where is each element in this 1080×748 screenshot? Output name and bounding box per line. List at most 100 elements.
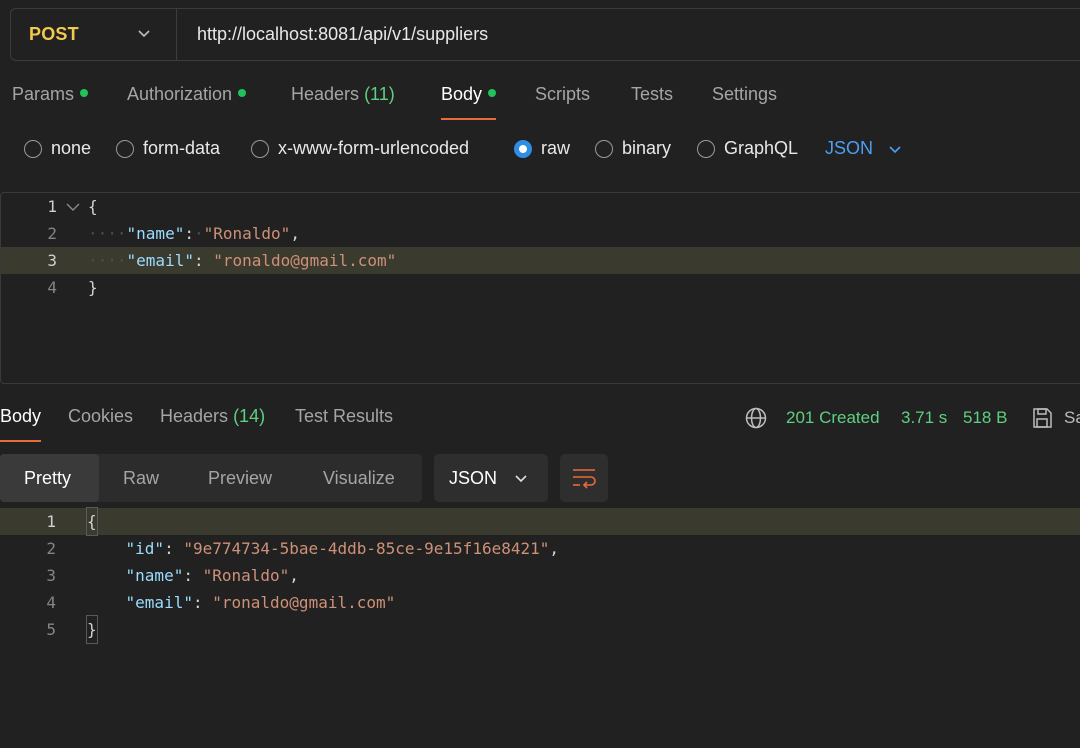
wrap-lines-button[interactable] — [560, 454, 608, 502]
response-body-viewer[interactable]: 1 { 2 "id": "9e774734-5bae-4ddb-85ce-9e1… — [0, 507, 1080, 748]
radio-label: x-www-form-urlencoded — [278, 138, 470, 158]
tab-label: Body — [0, 406, 42, 426]
save-icon[interactable] — [1030, 406, 1054, 430]
fold-chevron-icon[interactable] — [65, 202, 81, 214]
tab-response-headers[interactable]: Headers (14) — [160, 406, 265, 442]
language-label: JSON — [825, 138, 874, 158]
headers-count: (11) — [364, 84, 395, 104]
tab-label: Tests — [631, 84, 674, 104]
radio-label: GraphQL — [724, 138, 799, 158]
chevron-down-icon — [515, 475, 527, 483]
json-value: "ronaldo@gmail.com" — [212, 593, 396, 612]
tab-response-body[interactable]: Body — [0, 406, 42, 442]
format-pretty[interactable]: Pretty — [0, 454, 99, 502]
code-line: 5 } — [0, 615, 1080, 644]
status-dot — [488, 89, 497, 97]
json-key: "email" — [126, 251, 194, 270]
code-text: "email": "ronaldo@gmail.com" — [125, 593, 396, 612]
code-line-current: 1 { — [0, 507, 1080, 536]
status-dot — [238, 89, 247, 97]
headers-count: (14) — [233, 406, 266, 426]
tab-body[interactable]: Body — [441, 84, 497, 120]
json-key: "name" — [126, 224, 185, 243]
tab-cookies[interactable]: Cookies — [68, 406, 133, 442]
line-number: 1 — [46, 512, 56, 531]
code-text: ····"name":·"Ronaldo", — [88, 224, 300, 243]
code-text: ····"email": "ronaldo@gmail.com" — [88, 251, 397, 270]
json-value: "Ronaldo" — [202, 566, 290, 585]
radio-label: none — [51, 138, 92, 158]
request-body-editor[interactable]: 1 { 2 ····"name":·"Ronaldo", 3 ····"emai… — [0, 192, 1080, 384]
tab-label: Body — [441, 84, 483, 104]
save-response-button[interactable]: Sa — [1064, 408, 1080, 428]
line-number: 3 — [47, 251, 57, 270]
method-select[interactable]: POST — [11, 9, 177, 60]
tab-label: Authorization — [127, 84, 233, 104]
close-brace: } — [88, 278, 98, 297]
code-line: 4 } — [1, 274, 1080, 301]
line-number: 5 — [46, 620, 56, 639]
tab-label: Params — [12, 84, 75, 104]
radio-label: form-data — [143, 138, 221, 158]
radio-label: binary — [622, 138, 672, 158]
json-key: "email" — [125, 593, 193, 612]
radio-raw[interactable]: raw — [514, 138, 570, 159]
format-visualize[interactable]: Visualize — [323, 454, 395, 502]
language-label: JSON — [449, 468, 498, 488]
status-dot — [80, 89, 89, 97]
tab-label: Scripts — [535, 84, 591, 104]
response-time[interactable]: 3.71 s — [901, 408, 947, 428]
globe-icon[interactable] — [744, 406, 768, 430]
radio-graphql[interactable]: GraphQL — [697, 138, 798, 159]
wrap-lines-icon — [573, 469, 596, 489]
method-label: POST — [29, 24, 79, 44]
chevron-down-icon — [889, 145, 901, 153]
line-number: 3 — [46, 566, 56, 585]
tab-settings[interactable]: Settings — [712, 84, 777, 120]
code-text: "name": "Ronaldo", — [125, 566, 299, 585]
tab-authorization[interactable]: Authorization — [127, 84, 247, 120]
radio-x-www-form-urlencoded[interactable]: x-www-form-urlencoded — [251, 138, 469, 159]
tab-params[interactable]: Params — [12, 84, 89, 120]
json-value: "9e774734-5bae-4ddb-85ce-9e15f16e8421" — [183, 539, 550, 558]
radio-circle — [116, 139, 134, 158]
code-line-current: 3 ····"email": "ronaldo@gmail.com" — [1, 247, 1080, 274]
radio-binary[interactable]: binary — [595, 138, 671, 159]
tab-tests[interactable]: Tests — [631, 84, 673, 120]
response-language-select[interactable]: JSON — [434, 454, 548, 502]
status-code[interactable]: 201 Created — [786, 408, 880, 428]
response-size[interactable]: 518 B — [963, 408, 1007, 428]
code-line: 2 "id": "9e774734-5bae-4ddb-85ce-9e15f16… — [0, 535, 1080, 562]
code-text: "id": "9e774734-5bae-4ddb-85ce-9e15f16e8… — [125, 539, 560, 558]
radio-none[interactable]: none — [24, 138, 91, 159]
tab-headers[interactable]: Headers (11) — [291, 84, 395, 120]
json-key: "name" — [125, 566, 184, 585]
line-number: 4 — [47, 278, 57, 297]
format-raw[interactable]: Raw — [123, 454, 159, 502]
tab-label: Headers — [160, 406, 229, 426]
json-key: "id" — [125, 539, 165, 558]
json-value: "Ronaldo" — [203, 224, 291, 243]
tab-label: Settings — [712, 84, 778, 104]
tab-label: Headers — [291, 84, 360, 104]
body-language-select[interactable]: JSON — [825, 138, 903, 159]
format-preview[interactable]: Preview — [208, 454, 272, 502]
line-number: 1 — [47, 197, 57, 216]
line-number: 4 — [46, 593, 56, 612]
radio-label: raw — [541, 138, 571, 158]
open-brace: { — [86, 507, 98, 536]
chevron-down-icon — [138, 30, 150, 38]
radio-circle — [697, 139, 715, 158]
line-number: 2 — [46, 539, 56, 558]
code-line: 1 { — [1, 193, 1080, 220]
tab-test-results[interactable]: Test Results — [295, 406, 393, 442]
code-line: 2 ····"name":·"Ronaldo", — [1, 220, 1080, 247]
json-value: "ronaldo@gmail.com" — [213, 251, 397, 270]
close-brace: } — [86, 615, 98, 644]
url-input[interactable]: http://localhost:8081/api/v1/suppliers — [177, 24, 488, 45]
request-url-bar: POST http://localhost:8081/api/v1/suppli… — [10, 8, 1080, 61]
radio-circle — [24, 139, 42, 158]
radio-form-data[interactable]: form-data — [116, 138, 220, 159]
tab-scripts[interactable]: Scripts — [535, 84, 590, 120]
response-format-group: Pretty Raw Preview Visualize — [0, 454, 422, 502]
